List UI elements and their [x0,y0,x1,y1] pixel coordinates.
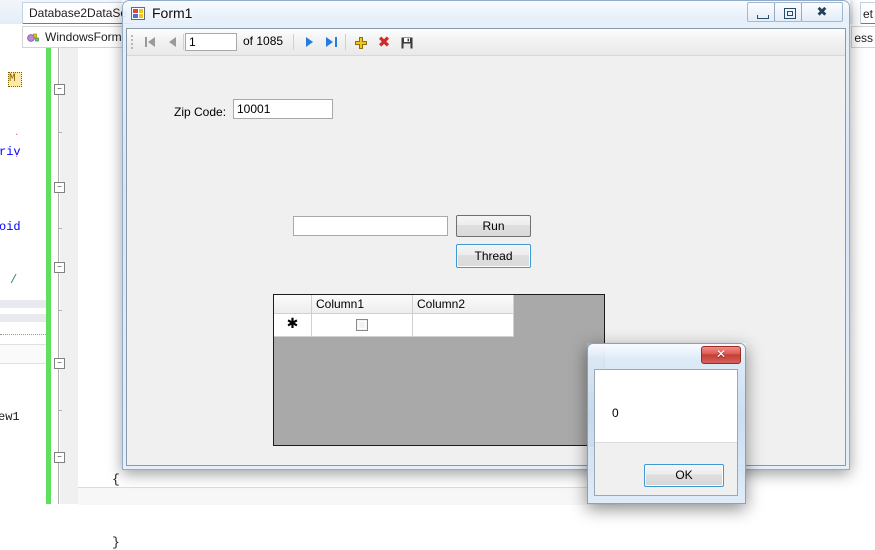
vs-outlining-toggle-2[interactable]: − [54,182,65,193]
vs-tab-database2dataset[interactable]: Database2DataSe [22,2,135,24]
maximize-icon [784,8,796,19]
vs-right-panel: et ess [851,0,875,504]
winforms-icon [131,7,146,21]
form1-title-bar[interactable]: Form1 ✖ [122,0,850,28]
move-next-button[interactable] [299,32,319,52]
save-button[interactable] [397,32,417,52]
code-fragment-void: oid [0,220,21,234]
form1-window-controls: ✖ [747,2,843,23]
vs-change-bar [46,48,51,504]
run-button[interactable]: Run [456,215,531,237]
form1-title-text: Form1 [152,5,193,21]
vs-code-left-gutter: M riv oid / ew1 [0,24,22,504]
vs-properties-label: ess [854,31,873,45]
move-last-bar-icon [335,37,337,47]
grid-new-row[interactable]: ✱ [274,314,514,337]
record-count-label: of 1085 [243,34,284,48]
toolbar-grip-icon [131,35,134,49]
vs-outlining-tick-3 [58,310,62,311]
class-icon [26,31,40,45]
code-close-brace: } [112,535,120,550]
minimize-button[interactable] [747,2,775,22]
move-first-button[interactable] [141,32,161,52]
toolbar-separator-2 [293,34,294,50]
vs-outlining-line [58,48,59,504]
delete-icon: ✖ [377,33,391,51]
command-input[interactable] [293,216,448,236]
vs-right-tab-label: et [862,7,873,21]
grid-corner-header[interactable] [274,295,312,314]
position-input[interactable]: 1 [185,33,237,51]
message-box-message: 0 [612,406,619,420]
grid-cell-column2[interactable] [413,314,514,337]
grid-header-row: Column1 Column2 [274,295,514,314]
grid-column-header-1[interactable]: Column1 [312,295,413,314]
code-fragment-view1: ew1 [0,410,20,424]
checkbox-icon[interactable] [356,319,368,331]
vs-outlining-toggle-4[interactable]: − [54,358,65,369]
data-grid-view[interactable]: Column1 Column2 ✱ [273,294,605,446]
add-new-button[interactable] [351,32,371,52]
vs-outlining-tick-1 [58,132,62,133]
grid-cell-column1[interactable] [312,314,413,337]
move-previous-icon [169,37,176,47]
grid-column-header-2[interactable]: Column2 [413,295,514,314]
save-icon [401,36,413,49]
vs-dot-marker-1: . [14,128,20,138]
vs-outlining-toggle-3[interactable]: − [54,262,65,273]
thread-button[interactable]: Thread [456,244,531,268]
vs-tab-label: Database2DataSe [29,6,128,20]
move-last-button[interactable] [322,32,342,52]
vs-outlining-tick-2 [58,228,62,229]
close-icon: ✖ [816,5,828,20]
vs-dot-marker-2: . [14,150,20,160]
vs-right-tab[interactable]: et [859,2,875,24]
move-next-icon [306,37,313,47]
vs-outlining-toggle-5[interactable]: − [54,452,65,463]
add-new-icon [355,36,367,49]
message-box-close-button[interactable]: ✕ [701,346,741,364]
vs-editor-lower-region [78,487,618,505]
close-icon: ✕ [715,347,727,361]
ok-button[interactable]: OK [644,464,724,487]
minimize-icon [757,15,769,19]
move-first-bar-icon [145,37,147,47]
zip-code-label: Zip Code: [174,105,227,119]
move-previous-button[interactable] [163,32,183,52]
vs-properties-header[interactable]: ess [851,26,875,48]
code-open-brace: { [112,472,120,487]
move-first-icon [148,37,155,47]
vs-intellisense-block-3 [0,344,48,364]
delete-button[interactable]: ✖ [374,32,394,52]
vs-outlining-toggle-1[interactable]: − [54,84,65,95]
vs-intellisense-block-2 [0,314,48,322]
grid-row-header[interactable]: ✱ [274,314,312,337]
toolbar-separator-1 [183,34,184,50]
close-button[interactable]: ✖ [801,2,843,22]
maximize-button[interactable] [774,2,802,22]
code-fragment-comment: / [10,273,18,287]
vs-intellisense-block-1 [0,300,48,308]
binding-navigator: 1 of 1085 ✖ [127,29,845,56]
message-box-text-area: 0 [595,370,737,443]
zip-code-input[interactable]: 10001 [233,99,333,119]
vs-breadcrumb-label: WindowsForm [45,30,122,44]
code-fragment-highlight: M [8,72,22,87]
vs-dotted-separator [0,334,48,335]
toolbar-separator-3 [345,34,346,50]
move-last-icon [326,37,333,47]
message-box-dialog[interactable]: ✕ 0 OK [587,343,746,504]
vs-editor-margin [60,48,78,504]
message-box-client: 0 OK [594,369,738,496]
vs-outlining-tick-4 [58,410,62,411]
